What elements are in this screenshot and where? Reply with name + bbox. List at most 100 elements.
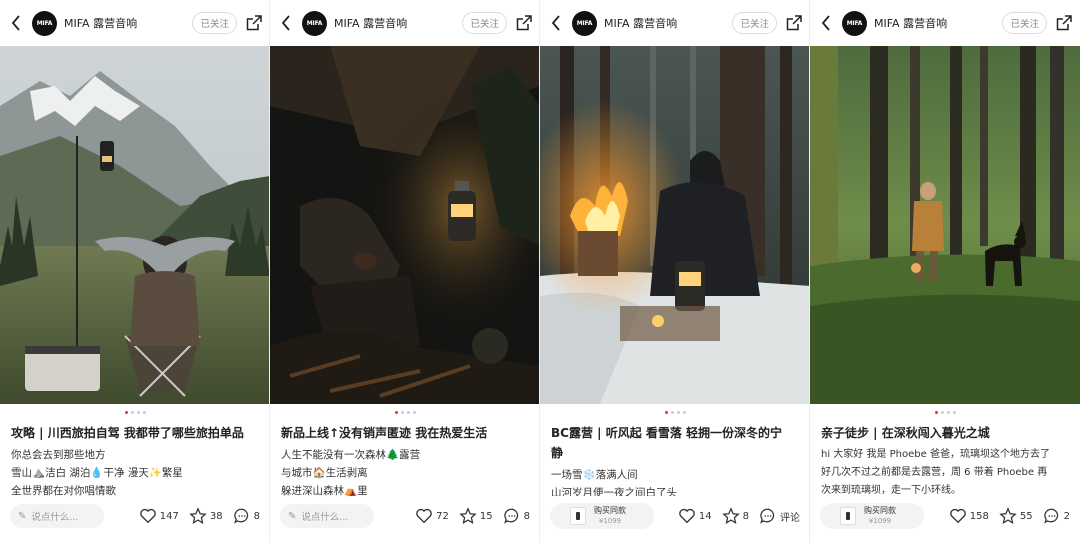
body-line: 雪山⛰️洁白 湖泊💧干净 漫天✨繁星 (11, 467, 183, 479)
buy-same-button[interactable]: 购买同款 ¥1099 (550, 503, 654, 529)
body-line: 与城市🏠生活剥离 (281, 467, 368, 479)
comment-icon (1043, 508, 1058, 524)
collect-count: 38 (209, 510, 223, 522)
star-icon (999, 507, 1017, 525)
follow-button[interactable]: 已关注 (462, 12, 507, 34)
comment-input[interactable]: ✎ 说点什么... (10, 504, 104, 528)
follow-button[interactable]: 已关注 (1002, 12, 1047, 34)
avatar[interactable]: MIFA (842, 10, 867, 36)
top-bar: MIFA MIFA 露营音响 已关注 (270, 0, 539, 46)
comment-button[interactable]: 8 (503, 507, 530, 525)
bottom-bar: ✎ 说点什么... 147 38 8 (0, 500, 269, 532)
post-body: 你总会去到那些地方 雪山⛰️洁白 湖泊💧干净 漫天✨繁星 全世界都在对你唱情歌 (11, 446, 261, 502)
post-panel-4: MIFA MIFA 露营音响 已关注 亲子徒步 | 在深秋闯入暮光之城 hi 大… (810, 0, 1080, 543)
star-icon (459, 507, 477, 525)
post-title-line: 静 (551, 446, 564, 460)
back-arrow-icon[interactable] (548, 15, 564, 31)
follow-button[interactable]: 已关注 (192, 12, 237, 34)
collect-count: 55 (1019, 510, 1033, 522)
product-thumb-icon (840, 507, 856, 525)
pen-icon: ✎ (288, 510, 297, 522)
share-icon[interactable] (786, 15, 802, 31)
post-body: hi 大家好 我是 Phoebe 爸爸，琉璃坝这个地方去了 好几次不过之前都是去… (821, 446, 1072, 502)
like-count: 14 (698, 510, 712, 522)
comment-button[interactable]: 评论 (759, 507, 800, 525)
body-line: 山河岁月便一夜之间白了头 (551, 487, 677, 496)
avatar[interactable]: MIFA (302, 10, 327, 36)
comment-icon (233, 508, 248, 524)
star-icon (189, 507, 207, 525)
post-photo-snow-fire[interactable] (540, 46, 809, 404)
share-icon[interactable] (1056, 15, 1072, 31)
carousel-indicator (810, 411, 1080, 414)
post-title: 攻略 | 川西旅拍自驾 我都带了哪些旅拍单品 (11, 426, 244, 440)
author-name[interactable]: MIFA 露营音响 (874, 15, 1002, 31)
post-title: 新品上线↑没有销声匿迹 我在热爱生活 (281, 426, 488, 440)
bottom-bar: 购买同款 ¥1099 14 8 评论 (540, 500, 809, 532)
product-price: ¥1099 (868, 517, 892, 525)
top-bar: MIFA MIFA 露营音响 已关注 (540, 0, 809, 46)
post-photo-mountain-camp[interactable] (0, 46, 269, 404)
post-photo-forest-dog[interactable] (810, 46, 1080, 404)
back-arrow-icon[interactable] (8, 15, 24, 31)
body-line: 你总会去到那些地方 (11, 449, 106, 461)
carousel-indicator (540, 411, 809, 414)
post-title: 亲子徒步 | 在深秋闯入暮光之城 (821, 426, 990, 440)
like-button[interactable]: 14 (678, 507, 712, 525)
body-line: 一场雪❄️落满人间 (551, 469, 638, 481)
like-count: 158 (969, 510, 989, 522)
buy-label: 购买同款 (864, 506, 896, 515)
avatar[interactable]: MIFA (32, 10, 57, 36)
comment-placeholder: 说点什么... (31, 512, 79, 523)
heart-icon (416, 508, 432, 524)
post-panel-3: MIFA MIFA 露营音响 已关注 BC露营 | 听风起 看雪落 轻拥一份深冬… (540, 0, 810, 543)
top-bar: MIFA MIFA 露营音响 已关注 (0, 0, 269, 46)
body-line: hi 大家好 我是 Phoebe 爸爸，琉璃坝这个地方去了 (821, 449, 1050, 460)
comment-input[interactable]: ✎ 说点什么... (280, 504, 374, 528)
buy-same-button[interactable]: 购买同款 ¥1099 (820, 503, 924, 529)
back-arrow-icon[interactable] (278, 15, 294, 31)
collect-button[interactable]: 38 (189, 507, 223, 525)
like-button[interactable]: 72 (415, 507, 449, 525)
author-name[interactable]: MIFA 露营音响 (334, 15, 462, 31)
bottom-bar: 购买同款 ¥1099 158 55 2 (810, 500, 1080, 532)
follow-button[interactable]: 已关注 (732, 12, 777, 34)
avatar[interactable]: MIFA (572, 10, 597, 36)
body-line: 好几次不过之前都是去露营，周 6 带着 Phoebe 再 (821, 467, 1048, 478)
collect-button[interactable]: 55 (999, 507, 1033, 525)
collect-count: 15 (479, 510, 493, 522)
heart-icon (949, 508, 966, 524)
collect-count: 8 (742, 510, 749, 522)
author-name[interactable]: MIFA 露营音响 (64, 15, 192, 31)
product-thumb-icon (570, 507, 586, 525)
post-title: BC露营 | 听风起 看雪落 轻拥一份深冬的宁 静 (551, 423, 801, 463)
comment-icon (503, 508, 518, 524)
product-price: ¥1099 (598, 517, 622, 525)
comment-count: 评论 (780, 512, 800, 524)
carousel-indicator (0, 411, 269, 414)
collect-button[interactable]: 8 (721, 507, 749, 525)
comment-button[interactable]: 2 (1043, 507, 1070, 525)
buy-label: 购买同款 (594, 506, 626, 515)
comment-count: 8 (253, 510, 260, 522)
comment-icon (760, 508, 775, 524)
pen-icon: ✎ (18, 510, 27, 522)
author-name[interactable]: MIFA 露营音响 (604, 15, 732, 31)
collect-button[interactable]: 15 (459, 507, 493, 525)
post-photo-night-tent[interactable] (270, 46, 539, 404)
post-body: 一场雪❄️落满人间 山河岁月便一夜之间白了头 (551, 466, 801, 496)
top-bar: MIFA MIFA 露营音响 已关注 (810, 0, 1080, 46)
like-button[interactable]: 158 (949, 507, 989, 525)
star-icon (721, 507, 740, 525)
share-icon[interactable] (516, 15, 532, 31)
comment-button[interactable]: 8 (233, 507, 260, 525)
share-icon[interactable] (246, 15, 262, 31)
back-arrow-icon[interactable] (818, 15, 834, 31)
post-body: 人生不能没有一次森林🌲露营 与城市🏠生活剥离 躲进深山森林⛺里 (281, 446, 531, 502)
like-count: 147 (159, 510, 179, 522)
bottom-bar: ✎ 说点什么... 72 15 8 (270, 500, 539, 532)
like-button[interactable]: 147 (139, 507, 179, 525)
body-line: 躲进深山森林⛺里 (281, 485, 368, 497)
body-line: 全世界都在对你唱情歌 (11, 485, 116, 497)
comment-count: 8 (523, 510, 530, 522)
